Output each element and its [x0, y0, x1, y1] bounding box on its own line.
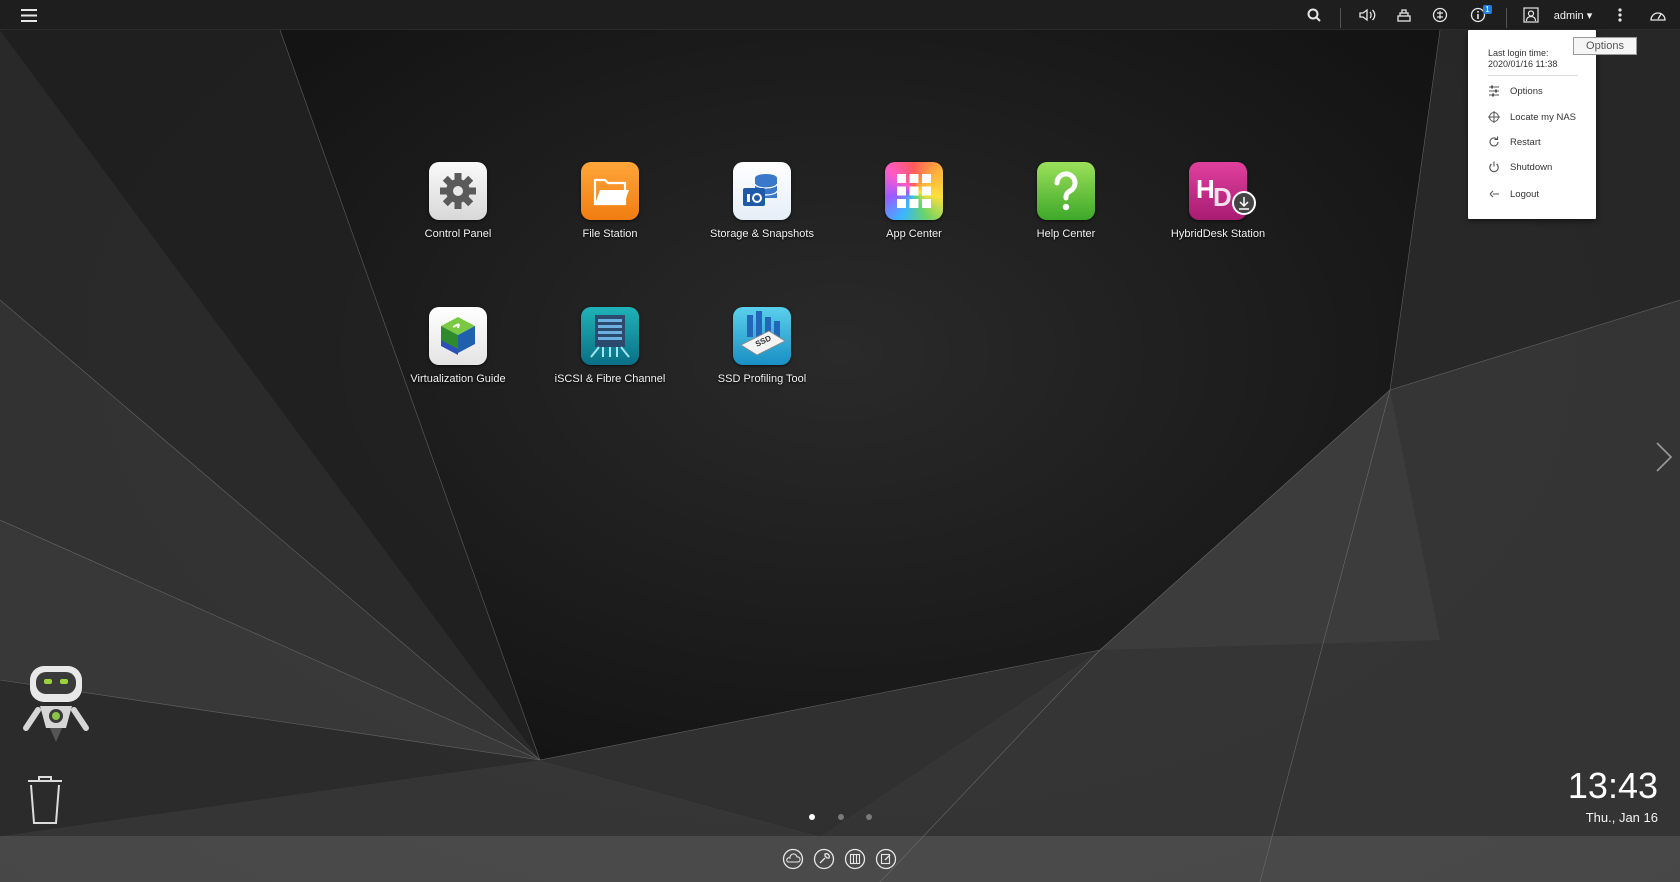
- gear-icon: [429, 162, 487, 220]
- app-label: App Center: [886, 228, 942, 240]
- cloud-icon[interactable]: [782, 848, 804, 870]
- sliders-icon: [1489, 85, 1499, 97]
- trash-icon[interactable]: [24, 773, 66, 825]
- menu-item-logout[interactable]: Logout: [1468, 183, 1596, 205]
- menu-item-label: Locate my NAS: [1510, 112, 1576, 123]
- app-label: File Station: [582, 228, 638, 240]
- menu-item-label: Shutdown: [1510, 162, 1553, 173]
- app-label: HybridDesk Station: [1170, 228, 1266, 240]
- app-label: Storage & Snapshots: [710, 228, 814, 240]
- more-options-icon: [1618, 8, 1622, 22]
- clock-time: 13:43: [1567, 765, 1658, 806]
- external-device-icon: [1432, 7, 1448, 23]
- divider: [1340, 8, 1341, 28]
- app-file-station[interactable]: File Station: [545, 162, 675, 240]
- app-label: Help Center: [1036, 228, 1096, 240]
- menu-item-label: Logout: [1510, 189, 1540, 200]
- background-task-button[interactable]: [1392, 0, 1416, 30]
- svg-text:H: H: [1196, 174, 1215, 204]
- page-dot-2[interactable]: [838, 814, 844, 820]
- menu-item-shutdown[interactable]: Shutdown: [1468, 156, 1596, 178]
- ssd-icon: SSD: [733, 307, 791, 365]
- note-icon[interactable]: [875, 848, 897, 870]
- top-bar: 1 admin ▾: [0, 0, 1680, 30]
- app-app-center[interactable]: App Center: [849, 162, 979, 240]
- question-icon: [1037, 162, 1095, 220]
- last-login-info: Last login time: 2020/01/16 11:38: [1488, 48, 1557, 70]
- user-icon: [1523, 7, 1539, 23]
- user-menu-button[interactable]: admin ▾: [1550, 0, 1596, 30]
- last-login-time: 2020/01/16 11:38: [1488, 59, 1558, 69]
- next-page-arrow-icon[interactable]: [1654, 440, 1674, 474]
- menu-item-label: Restart: [1510, 137, 1541, 148]
- options-tooltip: Options: [1573, 37, 1637, 55]
- app-label: Virtualization Guide: [410, 373, 506, 385]
- menu-item-locate-nas[interactable]: Locate my NAS: [1468, 106, 1596, 128]
- app-control-panel[interactable]: Control Panel: [393, 162, 523, 240]
- power-icon: [1489, 161, 1499, 173]
- robot-assistant-icon[interactable]: [20, 662, 94, 748]
- dashboard-icon: [1650, 12, 1666, 21]
- tools-icon[interactable]: [813, 848, 835, 870]
- username-label: admin ▾: [1553, 9, 1593, 22]
- search-icon: [1307, 8, 1321, 22]
- user-avatar-button[interactable]: [1520, 0, 1542, 30]
- folder-icon: [581, 162, 639, 220]
- volume-icon: [1359, 8, 1376, 22]
- app-label: iSCSI & Fibre Channel: [554, 373, 666, 385]
- volume-button[interactable]: [1356, 0, 1380, 30]
- background-task-icon: [1397, 9, 1411, 22]
- search-button[interactable]: [1302, 0, 1326, 30]
- wallpaper: [0, 29, 1680, 882]
- svg-text:D: D: [1213, 182, 1232, 212]
- logout-icon: [1489, 190, 1499, 198]
- dashboard-button[interactable]: [1646, 0, 1670, 30]
- notification-badge: 1: [1483, 5, 1492, 14]
- app-ssd-profiling-tool[interactable]: SSD SSD Profiling Tool: [697, 307, 827, 385]
- app-label: SSD Profiling Tool: [717, 373, 807, 385]
- menu-item-options[interactable]: Options: [1468, 80, 1596, 102]
- page-dot-1[interactable]: [809, 814, 815, 820]
- hamburger-icon: [21, 8, 37, 22]
- page-dot-3[interactable]: [866, 814, 872, 820]
- hd-icon: H D: [1189, 162, 1256, 220]
- app-iscsi-fibre-channel[interactable]: iSCSI & Fibre Channel: [545, 307, 675, 385]
- app-storage-snapshots[interactable]: Storage & Snapshots: [697, 162, 827, 240]
- dock: [0, 836, 1680, 882]
- divider: [1506, 8, 1507, 28]
- user-dropdown-menu: Last login time: 2020/01/16 11:38 Option…: [1468, 30, 1596, 219]
- app-virtualization-guide[interactable]: Virtualization Guide: [393, 307, 523, 385]
- grid-icon: [885, 162, 943, 220]
- app-label: Control Panel: [424, 228, 492, 240]
- cube-icon: [429, 307, 487, 365]
- external-device-button[interactable]: [1428, 0, 1452, 30]
- restart-icon: [1489, 136, 1499, 147]
- menu-item-restart[interactable]: Restart: [1468, 131, 1596, 153]
- storage-icon: [733, 162, 791, 220]
- book-icon[interactable]: [844, 848, 866, 870]
- app-help-center[interactable]: Help Center: [1001, 162, 1131, 240]
- desktop: 1 admin ▾ Last login time: 2020/01/16 11…: [0, 0, 1680, 882]
- app-hybriddesk-station[interactable]: H D HybridDesk Station: [1153, 162, 1283, 240]
- menu-divider: [1488, 75, 1578, 76]
- locate-icon: [1488, 111, 1500, 123]
- more-options-button[interactable]: [1610, 0, 1630, 30]
- menu-item-label: Options: [1510, 86, 1543, 97]
- last-login-label: Last login time:: [1488, 48, 1549, 58]
- event-notification-button[interactable]: 1: [1464, 0, 1492, 30]
- clock-date: Thu., Jan 16: [1585, 810, 1658, 825]
- main-menu-button[interactable]: [16, 0, 42, 30]
- server-icon: [581, 307, 639, 365]
